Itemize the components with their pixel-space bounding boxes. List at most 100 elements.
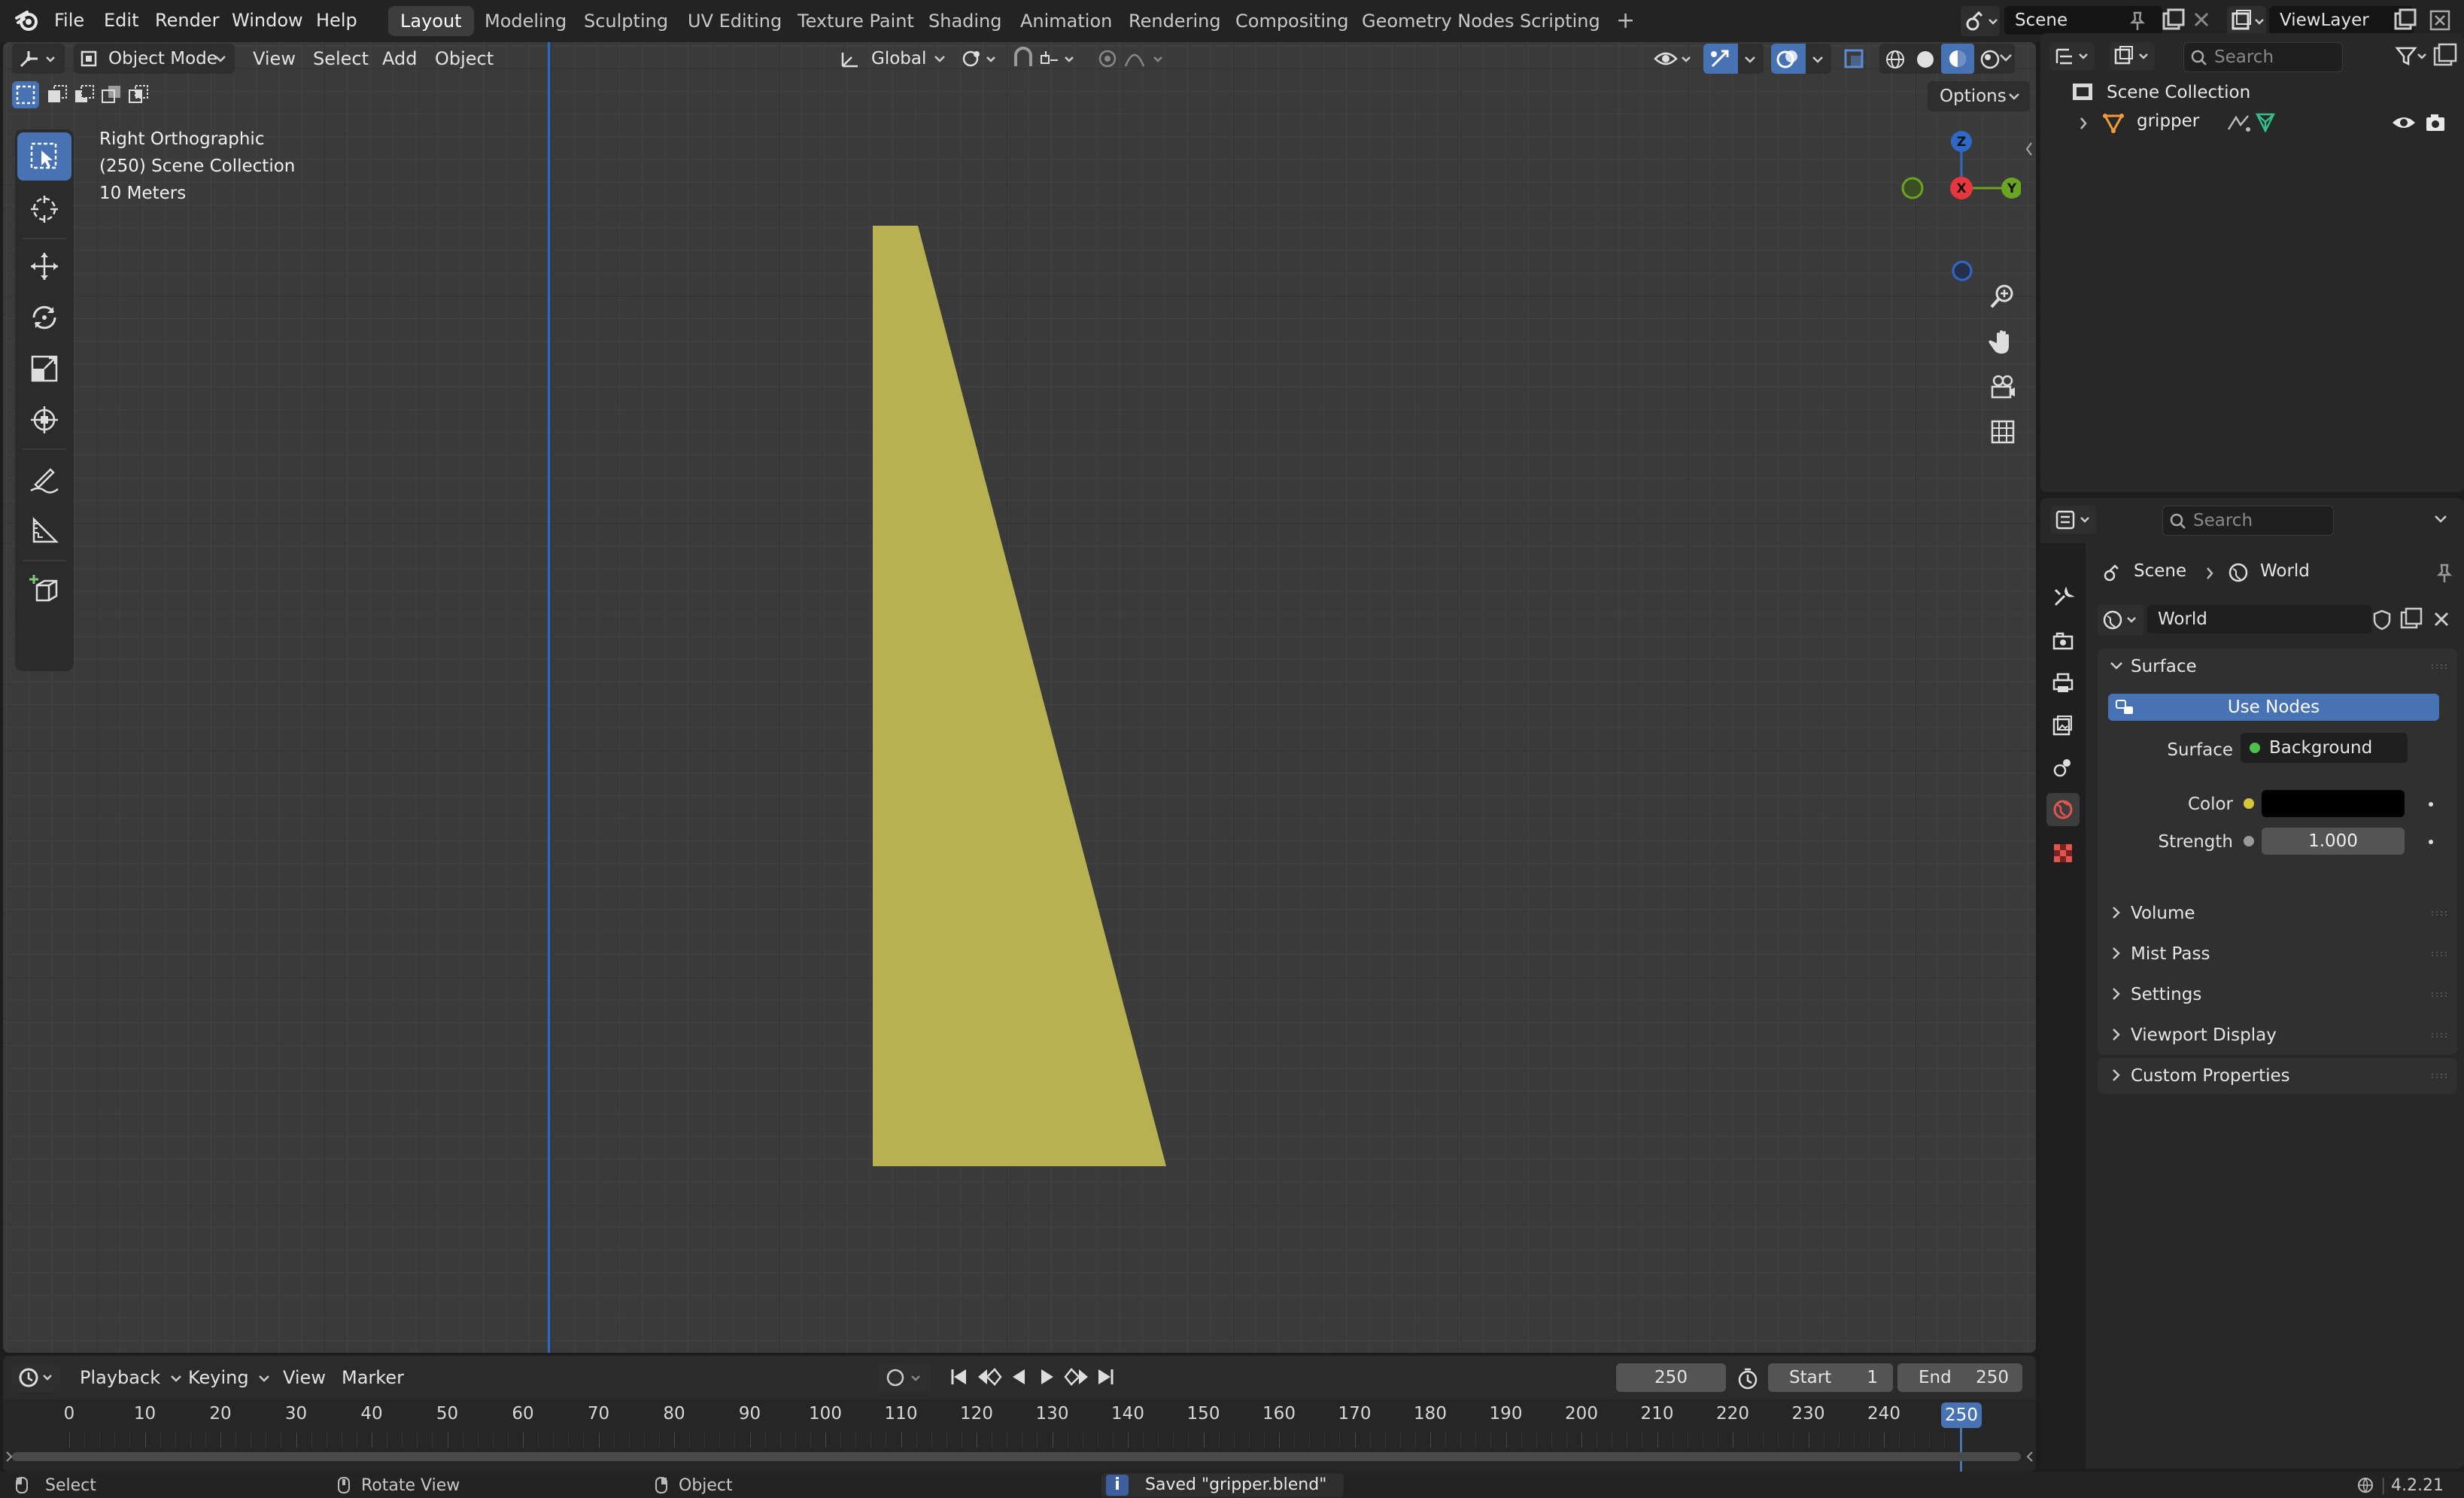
mist-pass-panel-header[interactable]: Mist Pass xyxy=(2098,936,2457,972)
drag-grip-icon[interactable] xyxy=(2430,951,2448,957)
scene-browse-button[interactable] xyxy=(1961,6,2000,36)
display-mode-button[interactable] xyxy=(2110,42,2155,71)
visibility-icon[interactable] xyxy=(1652,47,1696,71)
outliner[interactable]: Search Scene Collection gripper xyxy=(2040,33,2464,492)
gripper-object[interactable] xyxy=(868,224,1169,1172)
tab-animation[interactable]: Animation xyxy=(1008,6,1124,36)
annotate-tool[interactable] xyxy=(17,454,71,503)
outliner-editor-type-button[interactable] xyxy=(2049,42,2095,71)
cursor-tool[interactable] xyxy=(17,185,71,233)
material-preview-shading-button[interactable] xyxy=(1941,44,1974,74)
menu-object[interactable]: Object xyxy=(427,44,501,74)
wireframe-shading-icon[interactable] xyxy=(1884,48,1906,71)
tab-tool[interactable] xyxy=(2046,581,2080,614)
move-tool[interactable] xyxy=(17,242,71,290)
chevron-down-icon[interactable] xyxy=(2432,512,2450,527)
menu-view[interactable]: View xyxy=(245,44,303,74)
tab-scripting[interactable]: Scripting xyxy=(1508,6,1612,36)
status-report[interactable]: i Saved "gripper.blend" xyxy=(1101,1473,1344,1497)
solid-shading-icon[interactable] xyxy=(1914,48,1937,71)
menu-add[interactable]: Add xyxy=(375,44,424,74)
camera-render-icon[interactable] xyxy=(2424,111,2447,134)
3d-viewport[interactable]: Object Mode View Select Add Object Globa… xyxy=(3,42,2036,1353)
tab-modeling[interactable]: Modeling xyxy=(472,6,579,36)
pin-icon[interactable] xyxy=(2128,11,2147,32)
world-browse-button[interactable] xyxy=(2098,605,2144,635)
tab-world[interactable] xyxy=(2046,793,2080,826)
new-collection-icon[interactable] xyxy=(2432,42,2459,69)
xray-toggle-icon[interactable] xyxy=(1842,47,1872,71)
select-new-button[interactable] xyxy=(12,81,39,108)
menu-window[interactable]: Window xyxy=(223,6,312,35)
tab-scene[interactable] xyxy=(2046,751,2080,784)
tab-compositing[interactable]: Compositing xyxy=(1223,6,1360,36)
camera-view-button[interactable] xyxy=(1983,367,2022,406)
tab-uv-editing[interactable]: UV Editing xyxy=(676,6,794,36)
zoom-button[interactable] xyxy=(1983,277,2022,316)
chevron-down-icon[interactable] xyxy=(1997,50,2015,66)
surface-shader-field[interactable]: Background xyxy=(2241,733,2408,763)
surface-panel-header[interactable]: Surface xyxy=(2098,649,2457,685)
unlink-world-icon[interactable] xyxy=(2430,608,2453,630)
toggle-projection-button[interactable] xyxy=(1983,412,2022,451)
blender-logo-icon[interactable] xyxy=(15,9,39,32)
drag-grip-icon[interactable] xyxy=(2430,910,2448,916)
tab-texture-paint[interactable]: Texture Paint xyxy=(785,6,926,36)
drag-grip-icon[interactable] xyxy=(2430,664,2448,670)
tab-shading[interactable]: Shading xyxy=(916,6,1014,36)
gizmo-dropdown[interactable] xyxy=(1738,44,1764,74)
rotate-tool[interactable] xyxy=(17,293,71,342)
new-scene-icon[interactable] xyxy=(2161,8,2186,33)
add-cube-tool[interactable] xyxy=(17,566,71,614)
pan-button[interactable] xyxy=(1983,322,2022,361)
properties-search-field[interactable]: Search xyxy=(2162,506,2334,536)
menu-file[interactable]: File xyxy=(45,6,93,35)
tab-geometry-nodes[interactable]: Geometry Nodes xyxy=(1350,6,1526,36)
expand-arrow-icon[interactable] xyxy=(2078,116,2089,131)
select-box-tool[interactable] xyxy=(17,132,71,181)
custom-properties-panel-header[interactable]: Custom Properties xyxy=(2098,1058,2457,1094)
drag-grip-icon[interactable] xyxy=(2430,992,2448,998)
transform-orientation-dropdown[interactable]: Global xyxy=(835,44,949,74)
select-invert-icon[interactable] xyxy=(99,83,123,107)
select-subtract-icon[interactable] xyxy=(72,83,96,107)
overlays-toggle-button[interactable] xyxy=(1771,44,1806,74)
world-name-field[interactable]: World xyxy=(2147,605,2371,634)
keyframe-dot-icon[interactable] xyxy=(2429,840,2433,844)
settings-panel-header[interactable]: Settings xyxy=(2098,977,2457,1013)
scene-collection-label[interactable]: Scene Collection xyxy=(2107,83,2250,102)
tab-rendering[interactable]: Rendering xyxy=(1117,6,1233,36)
chevron-right-icon[interactable] xyxy=(5,1448,14,1466)
color-swatch[interactable] xyxy=(2262,790,2405,817)
snap-toggle-icon[interactable] xyxy=(1011,45,1086,72)
tab-output[interactable] xyxy=(2046,667,2080,700)
pivot-point-icon[interactable] xyxy=(960,47,1004,71)
duplicate-world-icon[interactable] xyxy=(2399,606,2424,632)
mode-dropdown[interactable]: Object Mode xyxy=(74,44,235,74)
select-extend-icon[interactable] xyxy=(45,83,69,107)
volume-panel-header[interactable]: Volume xyxy=(2098,895,2457,931)
breadcrumb-world[interactable]: World xyxy=(2260,561,2310,581)
outliner-row-gripper[interactable]: gripper xyxy=(2040,107,2464,138)
tab-layout[interactable]: Layout xyxy=(388,6,474,36)
measure-tool[interactable] xyxy=(17,507,71,555)
playhead-frame-indicator[interactable]: 250 xyxy=(1941,1402,1982,1428)
filter-icon[interactable] xyxy=(2394,44,2427,69)
pin-icon[interactable] xyxy=(2435,563,2454,584)
scale-tool[interactable] xyxy=(17,345,71,393)
add-workspace-button[interactable]: + xyxy=(1604,6,1647,36)
gizmo-toggle-button[interactable] xyxy=(1703,44,1738,74)
delete-view-layer-icon[interactable] xyxy=(2429,9,2451,32)
options-button[interactable]: Options xyxy=(1928,81,2030,111)
tab-texture[interactable] xyxy=(2046,837,2080,870)
select-intersect-icon[interactable] xyxy=(126,83,150,107)
view-layer-browse-button[interactable] xyxy=(2227,6,2266,36)
gizmo-neg-z-dot[interactable] xyxy=(1952,260,1973,281)
breadcrumb-scene[interactable]: Scene xyxy=(2134,561,2186,581)
modifier-icon[interactable] xyxy=(2225,111,2251,134)
menu-help[interactable]: Help xyxy=(307,6,366,35)
keyframe-dot-icon[interactable] xyxy=(2429,802,2433,807)
viewport-display-panel-header[interactable]: Viewport Display xyxy=(2098,1017,2457,1053)
strength-field[interactable]: 1.000 xyxy=(2262,828,2405,855)
timeline-editor[interactable]: Playback Keying View Marker 250 Start 1 … xyxy=(3,1356,2036,1472)
